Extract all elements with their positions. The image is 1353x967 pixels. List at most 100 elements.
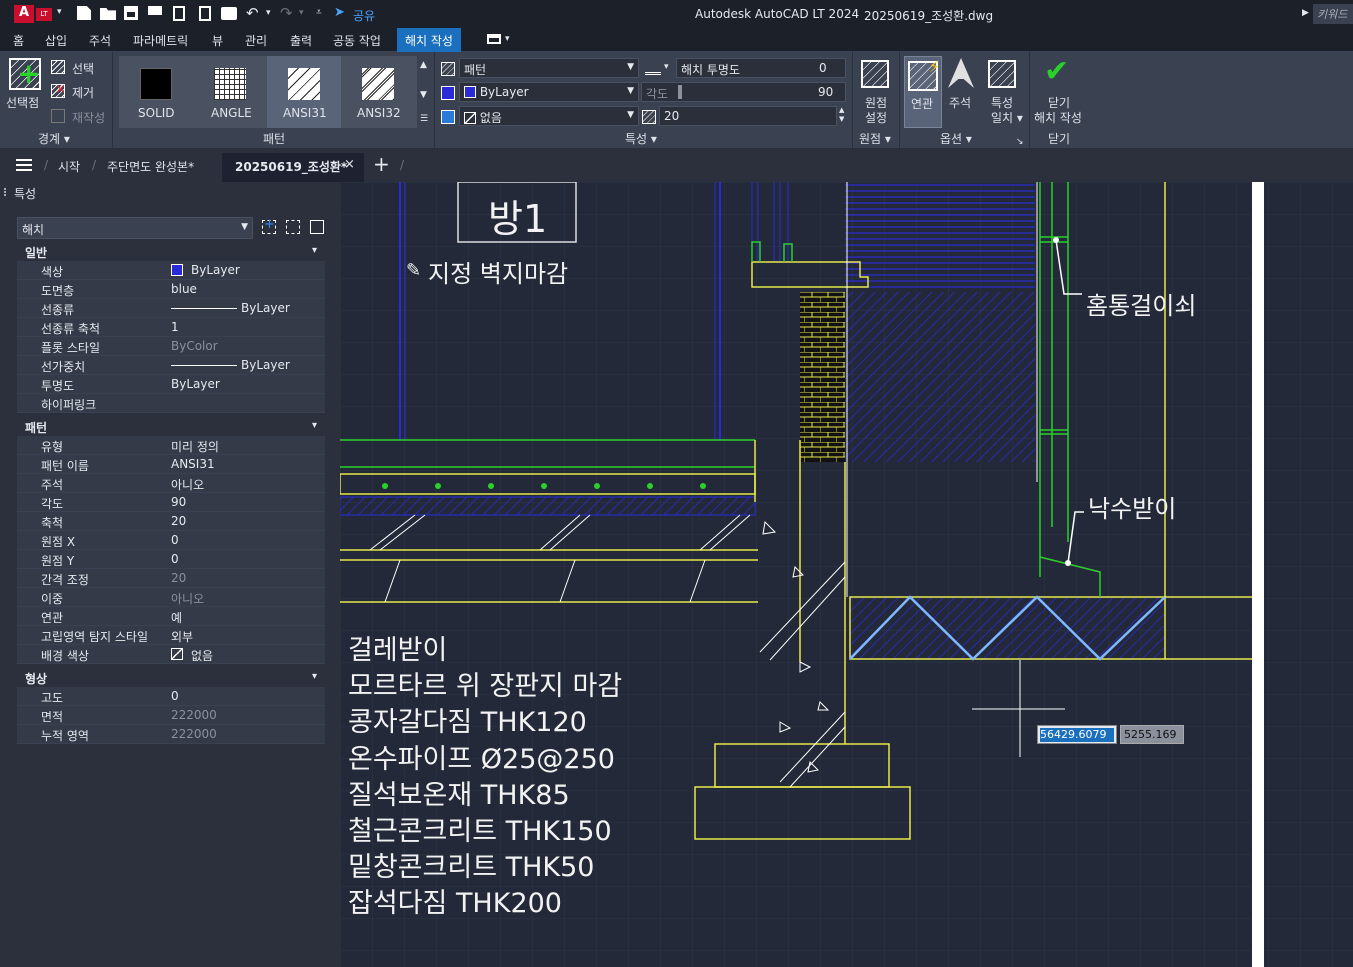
gallery-expand-icon[interactable]: ☰ [420, 114, 428, 124]
plot-icon[interactable] [221, 7, 237, 20]
property-value[interactable]: 0 [171, 689, 179, 703]
general-property-row[interactable]: 투명도 ByLayer [17, 375, 325, 394]
scale-field[interactable]: 20 [659, 106, 837, 126]
pattern-property-row[interactable]: 패턴 이름 ANSI31 [17, 455, 325, 474]
property-value[interactable]: 예 [171, 609, 182, 626]
undo-chevron-icon[interactable]: ▾ [266, 8, 271, 18]
property-value[interactable]: 아니오 [171, 590, 204, 607]
pattern-angle[interactable]: ANGLE [193, 56, 267, 128]
pattern-property-row[interactable]: 연관 예 [17, 607, 325, 626]
gallery-down-icon[interactable]: ▼ [420, 90, 427, 100]
new-icon[interactable] [77, 6, 91, 20]
tab-current-drawing[interactable]: 20250619_조성환* × [222, 153, 364, 182]
property-value[interactable]: ByColor [171, 339, 218, 353]
coordinate-x-input[interactable]: 56429.6079 [1037, 725, 1117, 744]
property-value[interactable]: ByLayer [241, 358, 290, 372]
property-value[interactable]: 외부 [171, 628, 193, 645]
publish-icon[interactable] [173, 6, 185, 21]
select-objects-icon[interactable] [286, 220, 300, 234]
general-property-row[interactable]: 선종류 ByLayer [17, 299, 325, 318]
geometry-property-row[interactable]: 고도 0 [17, 687, 325, 706]
pick-points-icon[interactable]: + [9, 58, 41, 90]
remove-label[interactable]: 제거 [72, 84, 94, 101]
close-tab-icon[interactable]: × [344, 157, 355, 172]
redo-icon[interactable]: ↷ [280, 4, 293, 22]
pattern-property-row[interactable]: 축척 20 [17, 512, 325, 531]
annotative-label[interactable]: 주석 [949, 94, 971, 111]
tab-output[interactable]: 출력 [290, 32, 312, 49]
close-hatch-icon[interactable]: ✔ [1044, 54, 1069, 89]
tab-insert[interactable]: 삽입 [45, 32, 67, 49]
options-launcher-icon[interactable]: ↘ [1016, 137, 1024, 147]
transparency-field[interactable]: 해치 투명도 0 [676, 58, 846, 78]
general-property-row[interactable]: 플롯 스타일 ByColor [17, 337, 325, 356]
property-value[interactable]: 222000 [171, 727, 217, 741]
angle-field[interactable]: 각도 90 [641, 82, 846, 102]
property-value[interactable]: 90 [171, 495, 186, 509]
property-value[interactable]: 20 [171, 514, 186, 528]
pattern-property-row[interactable]: 원점 X 0 [17, 531, 325, 550]
property-value[interactable]: 0 [171, 533, 179, 547]
property-value[interactable]: blue [171, 282, 197, 296]
hatch-layer-chevron-icon[interactable]: ▾ [664, 62, 669, 72]
undo-icon[interactable]: ↶ [246, 4, 259, 22]
general-property-row[interactable]: 도면층 blue [17, 280, 325, 299]
object-type-select[interactable]: 해치 ▼ [17, 217, 253, 239]
quick-select-icon[interactable] [310, 220, 324, 234]
property-value[interactable]: 20 [171, 571, 186, 585]
close-label-2[interactable]: 해치 작성 [1034, 109, 1082, 126]
tab-section-drawing[interactable]: 주단면도 완성본* [107, 158, 194, 175]
chevron-right-icon[interactable]: ▶ [1302, 8, 1309, 18]
options-panel-label[interactable]: 옵션 ▾ [940, 130, 972, 147]
properties-panel-label[interactable]: 특성 ▾ [625, 130, 657, 147]
geometry-property-row[interactable]: 누적 영역 222000 [17, 725, 325, 744]
save-as-icon[interactable] [148, 6, 162, 20]
coordinate-y-input[interactable]: 5255.169 [1120, 725, 1184, 744]
pattern-solid[interactable]: SOLID [119, 56, 193, 128]
property-value[interactable]: 미리 정의 [171, 438, 219, 455]
pattern-property-row[interactable]: 유형 미리 정의 [17, 436, 325, 455]
tab-view[interactable]: 뷰 [212, 32, 223, 49]
pattern-property-row[interactable]: 주석 아니오 [17, 474, 325, 493]
origin-panel-label[interactable]: 원점 ▾ [859, 130, 891, 147]
pattern-property-row[interactable]: 고립영역 탐지 스타일 외부 [17, 626, 325, 645]
pattern-property-row[interactable]: 이중 아니오 [17, 588, 325, 607]
annotative-icon[interactable] [948, 58, 974, 88]
hatch-type-select[interactable]: 패턴 ▼ [459, 58, 639, 78]
toggle-pickadd-icon[interactable]: + [262, 217, 276, 234]
hatch-layer-icon[interactable] [645, 61, 661, 75]
tab-manage[interactable]: 관리 [245, 32, 267, 49]
general-property-row[interactable]: 선종류 축척 1 [17, 318, 325, 337]
panel-chevron-icon[interactable]: ▾ [505, 34, 510, 44]
general-section-header[interactable]: 일반 ▾ [17, 242, 325, 261]
new-tab-icon[interactable]: + [373, 152, 390, 176]
pattern-property-row[interactable]: 각도 90 [17, 493, 325, 512]
scale-spinner-icon[interactable]: ▲ ▼ [839, 106, 844, 124]
pattern-property-row[interactable]: 배경 색상 없음 [17, 645, 325, 664]
hatch-color-select[interactable]: ByLayer ▼ [459, 82, 639, 102]
match-properties-label-2[interactable]: 일치 ▾ [991, 109, 1023, 126]
tab-hatch-creation[interactable]: 해치 작성 [397, 28, 461, 52]
hamburger-menu-icon[interactable] [16, 159, 32, 171]
property-value[interactable]: ByLayer [191, 263, 240, 277]
pattern-property-row[interactable]: 원점 Y 0 [17, 550, 325, 569]
set-origin-label-2[interactable]: 설정 [865, 109, 887, 126]
background-color-select[interactable]: 없음 ▼ [459, 106, 639, 126]
property-value[interactable]: ANSI31 [171, 457, 215, 471]
geometry-property-row[interactable]: 면적 222000 [17, 706, 325, 725]
pattern-section-header[interactable]: 패턴 ▾ [17, 417, 325, 436]
geometry-section-header[interactable]: 형상 ▾ [17, 668, 325, 687]
property-value[interactable]: ByLayer [241, 301, 290, 315]
tab-start[interactable]: 시작 [58, 158, 80, 175]
pattern-ansi32[interactable]: ANSI32 [341, 56, 417, 128]
general-property-row[interactable]: 하이퍼링크 [17, 394, 325, 413]
boundary-panel-label[interactable]: 경계 ▾ [38, 130, 70, 147]
property-value[interactable]: 222000 [171, 708, 217, 722]
redo-chevron-icon[interactable]: ▾ [299, 8, 304, 18]
tab-parametric[interactable]: 파라메트릭 [133, 32, 188, 49]
tab-collaborate[interactable]: 공동 작업 [333, 32, 381, 49]
property-value[interactable]: 아니오 [171, 476, 204, 493]
keyword-search[interactable]: 키워드 [1313, 4, 1353, 24]
property-value[interactable]: 1 [171, 320, 179, 334]
set-origin-icon[interactable] [861, 60, 889, 88]
